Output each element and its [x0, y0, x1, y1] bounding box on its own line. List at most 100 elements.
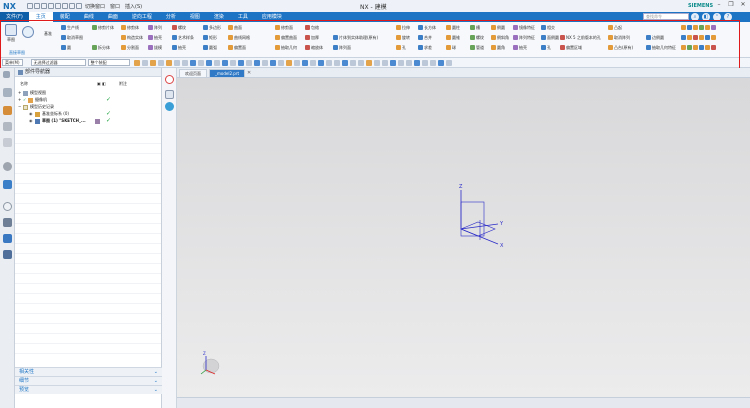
tab-reverse-engineering[interactable]: 逆向工程: [125, 12, 159, 22]
browser-icon[interactable]: [165, 102, 174, 111]
tool-icon[interactable]: [711, 35, 716, 40]
tab-home[interactable]: 主页: [28, 12, 53, 22]
ribbon-item[interactable]: 包络: [305, 24, 323, 31]
ribbon-item[interactable]: 凸起: [608, 24, 633, 31]
visibility-icon[interactable]: ◉: [29, 118, 33, 123]
view-icon[interactable]: [445, 59, 452, 66]
customize-icon[interactable]: ◧: [702, 13, 710, 21]
history-icon[interactable]: [3, 202, 12, 211]
tool-icon[interactable]: [693, 35, 698, 40]
tool-icon[interactable]: [705, 25, 710, 30]
ribbon-item[interactable]: 分割面: [121, 44, 143, 51]
ribbon-item[interactable]: 偏置区域: [560, 44, 601, 51]
ribbon-item[interactable]: 倒圆: [491, 24, 509, 31]
panel-icon[interactable]: [165, 90, 174, 99]
view-icon[interactable]: [397, 59, 404, 66]
tool-icon[interactable]: [687, 35, 692, 40]
tree-row[interactable]: ◉ 草图 (1) "SKETCH_... ✓: [15, 117, 161, 125]
settings-icon[interactable]: [3, 71, 10, 78]
search-icon[interactable]: ⌕: [691, 13, 699, 21]
tab-surface[interactable]: 曲面: [101, 12, 125, 22]
snap-icon[interactable]: [301, 59, 308, 66]
datum-label-button[interactable]: 基准: [40, 31, 56, 37]
help-icon[interactable]: ?: [724, 13, 732, 21]
tab-assembly[interactable]: 装配: [53, 12, 77, 22]
menu-dropdown[interactable]: 菜单(M): [2, 59, 23, 66]
view-icon[interactable]: [381, 59, 388, 66]
ribbon-item[interactable]: 球: [446, 44, 460, 51]
tool-icon[interactable]: [681, 35, 686, 40]
minimize-icon[interactable]: –: [714, 1, 724, 9]
part-navigator-icon[interactable]: [3, 106, 12, 115]
ribbon-item[interactable]: 镜像特征: [513, 24, 535, 31]
panel-preview[interactable]: 预览 ⌄: [15, 385, 162, 394]
ribbon-item[interactable]: 拉伸: [396, 24, 410, 31]
ribbon-item[interactable]: 螺纹: [470, 34, 484, 41]
ribbon-item[interactable]: 倒斜角: [491, 34, 509, 41]
snap-icon[interactable]: [253, 59, 260, 66]
tab-analysis[interactable]: 分析: [159, 12, 183, 22]
ribbon-item[interactable]: 多边形: [203, 24, 221, 31]
cut-icon[interactable]: [48, 3, 54, 9]
ribbon-item[interactable]: 曲面: [228, 24, 250, 31]
snap-icon[interactable]: [309, 59, 316, 66]
tool-icon[interactable]: [681, 25, 686, 30]
snap-icon[interactable]: [189, 59, 196, 66]
ribbon-item[interactable]: 加厚: [305, 34, 323, 41]
view-icon[interactable]: [437, 59, 444, 66]
close-tab-icon[interactable]: ✕: [247, 69, 251, 77]
snap-icon[interactable]: [333, 59, 340, 66]
ribbon-item[interactable]: 孔: [541, 44, 559, 51]
tab-welcome-page[interactable]: 欢迎页面: [179, 69, 207, 77]
column-name[interactable]: 名称: [20, 81, 28, 87]
view-icon[interactable]: [413, 59, 420, 66]
restore-icon[interactable]: ❐: [726, 1, 736, 9]
ribbon-item[interactable]: 抽壳: [148, 34, 162, 41]
copy-icon[interactable]: [55, 3, 61, 9]
snap-icon[interactable]: [205, 59, 212, 66]
undo-icon[interactable]: [34, 3, 40, 9]
ribbon-item[interactable]: 槽: [470, 24, 484, 31]
ribbon-item[interactable]: 阵列面: [333, 44, 378, 51]
system-material-icon[interactable]: [3, 218, 12, 227]
snap-icon[interactable]: [277, 59, 284, 66]
snap-icon[interactable]: [237, 59, 244, 66]
ribbon-item[interactable]: 偏置面: [228, 44, 250, 51]
selection-filter-dropdown[interactable]: 无选择过滤器: [30, 59, 86, 66]
tool-icon[interactable]: [699, 25, 704, 30]
select-icon[interactable]: [133, 59, 140, 66]
insert-menu[interactable]: 插入(S): [125, 3, 142, 10]
select-icon[interactable]: [165, 59, 172, 66]
graphics-viewport[interactable]: Z Y X Z: [177, 78, 750, 397]
view-triad[interactable]: Z: [200, 351, 220, 375]
visibility-icon[interactable]: ◉: [29, 111, 33, 116]
view-icon[interactable]: [421, 59, 428, 66]
snap-icon[interactable]: [293, 59, 300, 66]
tool-icon[interactable]: [693, 45, 698, 50]
ribbon-item[interactable]: 圆角: [491, 44, 509, 51]
snap-icon[interactable]: [229, 59, 236, 66]
tool-icon[interactable]: [711, 25, 716, 30]
ribbon-item[interactable]: 修剪面: [275, 24, 297, 31]
tree-row[interactable]: + 模型视图: [15, 90, 161, 97]
ribbon-item[interactable]: 取消阵列: [608, 34, 633, 41]
view-icon[interactable]: [389, 59, 396, 66]
ribbon-item[interactable]: 圆弧: [203, 44, 221, 51]
close-navigator-icon[interactable]: [165, 75, 174, 84]
ribbon-item[interactable]: 凸台(原有): [608, 44, 633, 51]
snap-icon[interactable]: [269, 59, 276, 66]
ribbon-item[interactable]: 修剪片体: [92, 24, 114, 31]
ribbon-item[interactable]: 艺术样条: [172, 34, 194, 41]
tab-model2[interactable]: _model2.prt: [209, 69, 246, 77]
ribbon-item[interactable]: 螺纹: [172, 24, 194, 31]
ribbon-item[interactable]: 拔模: [148, 44, 162, 51]
tool-icon[interactable]: [699, 45, 704, 50]
ribbon-item[interactable]: 抽取几何特征: [646, 44, 676, 51]
ribbon-item[interactable]: 孔: [396, 44, 410, 51]
save-icon[interactable]: [27, 3, 33, 9]
snap-icon[interactable]: [197, 59, 204, 66]
process-studio-icon[interactable]: [3, 234, 12, 243]
ribbon-item[interactable]: 片体到实体助理(原有): [333, 34, 378, 41]
ribbon-item[interactable]: 长方体: [418, 24, 436, 31]
snap-icon[interactable]: [245, 59, 252, 66]
